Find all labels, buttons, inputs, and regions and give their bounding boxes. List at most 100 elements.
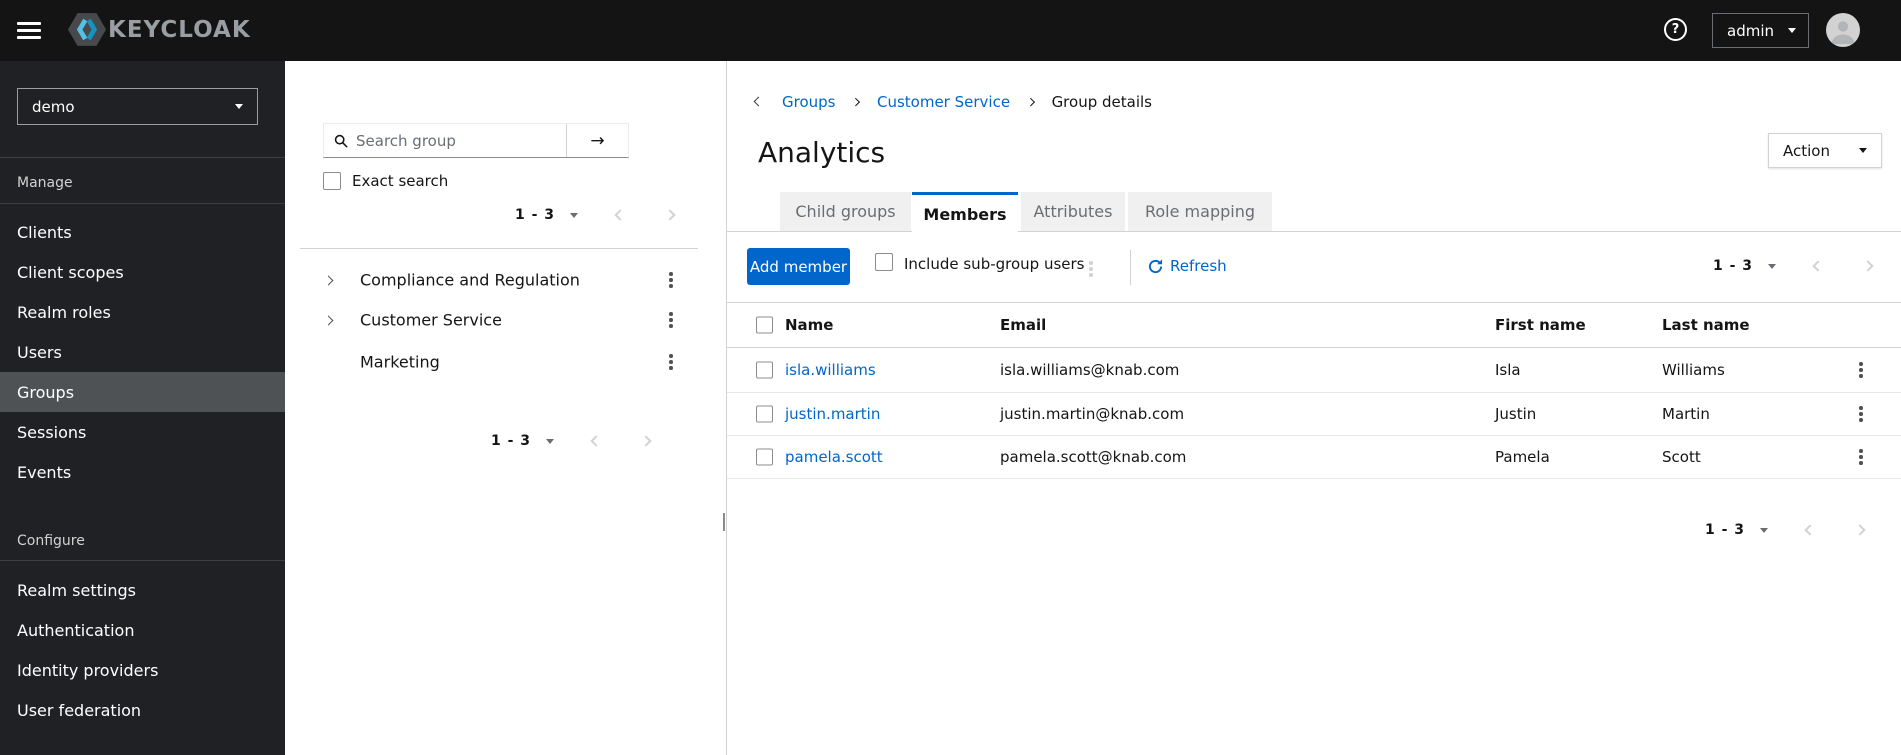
tree-row-compliance: Compliance and Regulation [285,260,726,300]
row-kebab-menu-icon[interactable] [1855,445,1867,469]
include-subgroups-label: Include sub-group users [904,255,1085,273]
prev-page-button[interactable] [1802,522,1818,538]
row-checkbox[interactable] [756,448,773,466]
breadcrumb-link-groups[interactable]: Groups [782,93,835,111]
group-tree-item[interactable]: Customer Service [360,311,502,330]
next-page-button[interactable] [638,433,654,449]
help-icon[interactable]: ? [1664,18,1687,41]
prev-page-button[interactable] [588,433,604,449]
toolbar-kebab-menu-icon[interactable] [1085,257,1097,281]
member-first-name: Pamela [1495,448,1550,466]
pagination-range-dropdown[interactable]: 1 - 3 [1705,522,1769,538]
group-tree-item[interactable]: Compliance and Regulation [360,271,580,290]
next-page-button[interactable] [1860,258,1876,274]
member-email: isla.williams@knab.com [1000,361,1180,379]
tree-pagination-top: 1 - 3 [515,201,678,229]
tree-row-marketing: Marketing [285,342,726,382]
next-page-button[interactable] [1852,522,1868,538]
pagination-range-dropdown[interactable]: 1 - 3 [491,433,555,449]
user-menu-dropdown[interactable]: admin [1712,13,1809,48]
prev-page-button[interactable] [612,207,628,223]
sidebar-item-realm-settings[interactable]: Realm settings [0,570,285,610]
hamburger-icon[interactable] [17,22,41,39]
members-pagination-bottom: 1 - 3 [1705,516,1868,544]
caret-down-icon [1768,263,1777,269]
member-last-name: Williams [1662,361,1725,379]
tab-child-groups[interactable]: Child groups [780,192,911,231]
table-header-row: Name Email First name Last name [727,302,1901,348]
pagination-range: 1 - 3 [491,433,532,449]
divider [0,157,285,158]
sidebar-item-users[interactable]: Users [0,332,285,372]
row-kebab-menu-icon[interactable] [1855,402,1867,426]
nav-section-configure: Configure [17,533,85,549]
member-name-link[interactable]: pamela.scott [785,448,883,466]
caret-down-icon [1760,527,1769,533]
tab-role-mapping[interactable]: Role mapping [1128,192,1272,231]
brand-text: KEYCLOAK [108,16,251,43]
group-tree-item[interactable]: Marketing [360,353,440,372]
column-header-email: Email [1000,315,1047,334]
action-dropdown-button[interactable]: Action [1768,133,1882,168]
tab-members[interactable]: Members [912,192,1018,233]
caret-down-icon [235,104,243,109]
sidebar-nav: demo Manage Clients Client scopes Realm … [0,61,285,755]
tab-attributes[interactable]: Attributes [1021,192,1125,231]
chevron-right-icon [1026,97,1035,106]
realm-selector[interactable]: demo [17,88,258,125]
caret-down-icon [1859,148,1867,153]
kebab-menu-icon[interactable] [665,308,677,332]
sidebar-item-groups[interactable]: Groups [0,372,285,412]
groups-tree-panel: → Exact search 1 - 3 Compliance and Regu… [285,61,726,755]
kebab-menu-icon[interactable] [665,350,677,374]
member-last-name: Scott [1662,448,1701,466]
sidebar-item-user-federation[interactable]: User federation [0,690,285,730]
angle-right-icon [1862,260,1874,272]
prev-page-button[interactable] [1810,258,1826,274]
tree-pagination-bottom: 1 - 3 [491,427,654,455]
exact-search-checkbox[interactable] [323,172,341,190]
pagination-range-dropdown[interactable]: 1 - 3 [1713,258,1777,274]
angle-left-icon [614,209,626,221]
member-first-name: Isla [1495,361,1521,379]
sidebar-item-sessions[interactable]: Sessions [0,412,285,452]
next-page-button[interactable] [662,207,678,223]
pagination-range-dropdown[interactable]: 1 - 3 [515,207,579,223]
brand-logo[interactable]: KEYCLOAK [68,11,251,48]
sidebar-item-identity-providers[interactable]: Identity providers [0,650,285,690]
breadcrumb-back-icon[interactable] [753,92,764,111]
column-header-last-name: Last name [1662,315,1750,334]
caret-down-icon [570,212,579,218]
sidebar-item-events[interactable]: Events [0,452,285,492]
breadcrumb-link-customer-service[interactable]: Customer Service [877,93,1010,111]
kebab-menu-icon[interactable] [665,268,677,292]
caret-down-icon [1788,28,1796,33]
row-checkbox[interactable] [756,405,773,423]
include-subgroups-checkbox[interactable] [875,253,893,271]
sidebar-item-clients[interactable]: Clients [0,212,285,252]
avatar[interactable] [1826,13,1860,47]
group-search-input[interactable] [348,124,566,157]
divider [300,248,698,249]
angle-right-icon [640,435,652,447]
search-submit-button[interactable]: → [566,124,628,157]
member-name-link[interactable]: justin.martin [785,405,880,423]
column-header-first-name: First name [1495,315,1586,334]
sidebar-item-authentication[interactable]: Authentication [0,610,285,650]
add-member-button[interactable]: Add member [747,248,850,285]
refresh-button[interactable]: Refresh [1148,257,1227,275]
expand-toggle-icon[interactable] [323,273,334,288]
angle-right-icon [1854,524,1866,536]
row-checkbox[interactable] [756,361,773,379]
select-all-checkbox[interactable] [756,316,773,333]
table-row: justin.martin justin.martin@knab.com Jus… [727,393,1901,436]
column-header-name: Name [785,315,834,334]
sidebar-item-realm-roles[interactable]: Realm roles [0,292,285,332]
member-first-name: Justin [1495,405,1537,423]
member-name-link[interactable]: isla.williams [785,361,876,379]
action-label: Action [1783,141,1830,160]
expand-toggle-icon[interactable] [323,313,334,328]
row-kebab-menu-icon[interactable] [1855,358,1867,382]
divider [0,203,285,204]
sidebar-item-client-scopes[interactable]: Client scopes [0,252,285,292]
